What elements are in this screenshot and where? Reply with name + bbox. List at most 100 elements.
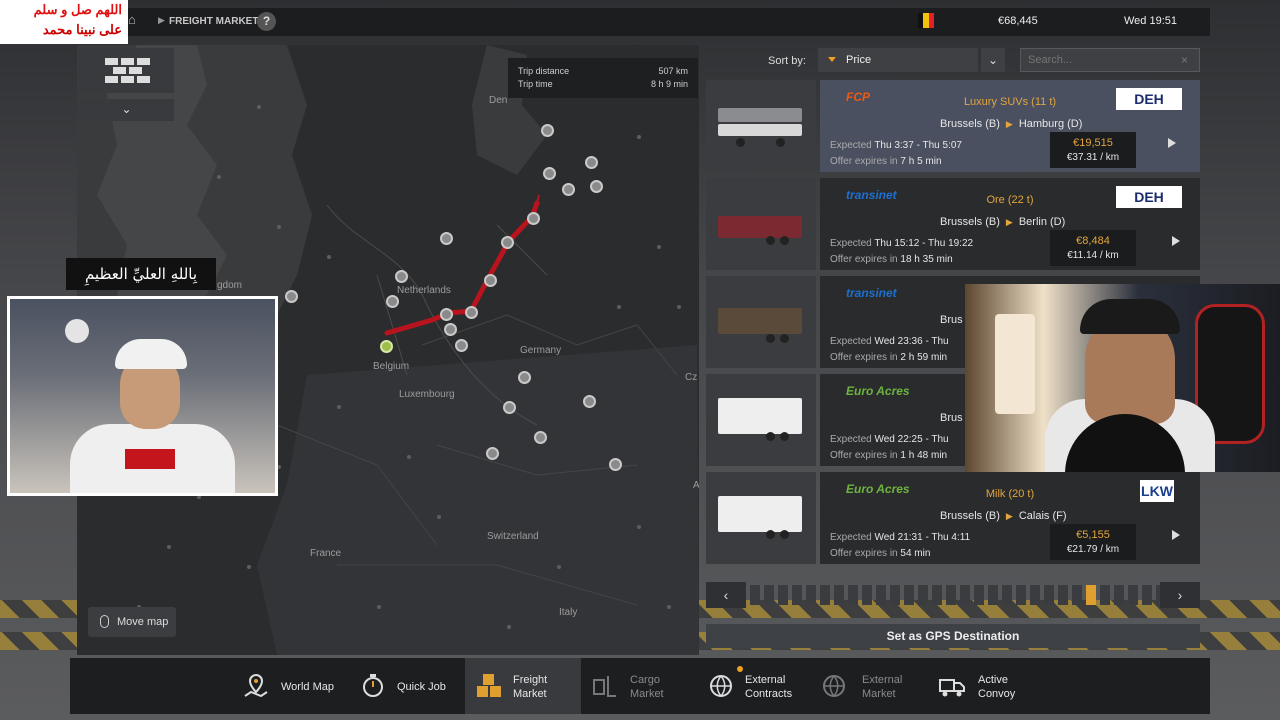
cargo-name: Luxury SUVs (11 t) [963, 96, 1057, 108]
job-row[interactable]: transinet Ore (22 t) Brussels (B) ▶ Berlin… [706, 178, 1200, 270]
nav-active-convoy[interactable]: Active Convoy [936, 658, 1036, 714]
map-layers-button[interactable] [79, 48, 174, 93]
offer-expiry: 18 h 35 min [900, 254, 953, 265]
help-button[interactable]: ? [257, 12, 276, 31]
page-indicator[interactable] [820, 585, 830, 605]
chevron-down-icon[interactable]: ⌄ [79, 99, 174, 121]
job-row[interactable]: Euro Acres Milk (20 t) Brussels (B) ▶ Cala… [706, 472, 1200, 564]
trailer-image [706, 178, 816, 270]
play-icon [1168, 138, 1176, 148]
city-marker[interactable] [486, 447, 499, 460]
close-icon[interactable]: × [1181, 53, 1188, 67]
page-indicator[interactable] [1142, 585, 1152, 605]
stopwatch-icon [363, 674, 383, 697]
route-from: Brussels (B) [940, 510, 1000, 522]
sort-select[interactable]: Price [818, 48, 978, 72]
city-marker[interactable] [444, 323, 457, 336]
page-indicator[interactable] [890, 585, 900, 605]
page-indicator[interactable] [960, 585, 970, 605]
city-marker[interactable] [527, 212, 540, 225]
client-logo: DEH [1116, 186, 1182, 208]
page-indicator[interactable] [1016, 585, 1026, 605]
page-indicator[interactable] [1128, 585, 1138, 605]
set-gps-button[interactable]: Set as GPS Destination [706, 624, 1200, 648]
company-logo: FCP [846, 90, 870, 104]
page-indicator[interactable] [1002, 585, 1012, 605]
page-indicator[interactable] [764, 585, 774, 605]
page-indicator[interactable] [988, 585, 998, 605]
city-marker[interactable] [583, 395, 596, 408]
expected-label: Expected [830, 238, 872, 249]
page-indicator[interactable] [932, 585, 942, 605]
search-input[interactable] [1020, 48, 1200, 72]
page-indicator[interactable] [946, 585, 956, 605]
nav-freight-market[interactable]: Freight Market [465, 658, 581, 714]
city-marker[interactable] [455, 339, 468, 352]
home-icon[interactable]: ⌂ [128, 13, 142, 27]
page-indicator[interactable] [1114, 585, 1124, 605]
page-indicator[interactable] [848, 585, 858, 605]
page-indicator[interactable] [918, 585, 928, 605]
chevron-down-icon[interactable]: ⌄ [981, 48, 1005, 72]
nav-cargo-market[interactable]: Cargo Market [590, 658, 690, 714]
nav-external-contracts[interactable]: External Contracts [705, 658, 815, 714]
city-marker[interactable] [518, 371, 531, 384]
nav-external-market[interactable]: External Market [820, 658, 920, 714]
page-indicator[interactable] [904, 585, 914, 605]
next-page-button[interactable]: › [1160, 582, 1200, 608]
page-indicator[interactable] [792, 585, 802, 605]
nav-quick-job[interactable]: Quick Job [355, 658, 455, 714]
money-display: €68,445 [998, 15, 1038, 27]
city-marker[interactable] [541, 124, 554, 137]
offer-expiry: 7 h 5 min [900, 156, 942, 167]
page-indicator[interactable] [1058, 585, 1068, 605]
nav-label: Cargo [630, 674, 660, 686]
city-marker[interactable] [585, 156, 598, 169]
city-marker[interactable] [395, 270, 408, 283]
city-marker[interactable] [440, 308, 453, 321]
stream-overlay-text: اللهم صل و سلم على نبينا محمد [0, 0, 128, 44]
trip-time-label: Trip time [518, 79, 553, 89]
city-marker[interactable] [562, 183, 575, 196]
city-marker[interactable] [590, 180, 603, 193]
globe-icon [710, 675, 732, 697]
city-marker[interactable] [465, 306, 478, 319]
page-indicator[interactable] [1030, 585, 1040, 605]
prev-page-button[interactable]: ‹ [706, 582, 746, 608]
webcam-right [965, 284, 1280, 472]
page-indicator[interactable] [1044, 585, 1054, 605]
crates-icon [477, 674, 501, 697]
city-marker[interactable] [386, 295, 399, 308]
route-to: Hamburg (D) [1018, 118, 1083, 130]
route-from: Brussels (B) [940, 216, 1000, 228]
nav-label: External [745, 674, 786, 686]
city-marker[interactable] [285, 290, 298, 303]
expected-time: Wed 23:36 - Thu [874, 336, 949, 347]
page-indicator[interactable] [750, 585, 760, 605]
client-logo: DEH [1116, 88, 1182, 110]
nav-world-map[interactable]: World Map [238, 658, 338, 714]
city-marker[interactable] [440, 232, 453, 245]
start-city-marker[interactable] [380, 340, 393, 353]
page-indicator[interactable] [1100, 585, 1110, 605]
page-indicator[interactable] [778, 585, 788, 605]
city-marker[interactable] [609, 458, 622, 471]
city-marker[interactable] [534, 431, 547, 444]
sort-direction-icon [828, 57, 836, 62]
price-box: €8,484 €11.14 / km [1050, 230, 1136, 266]
city-marker[interactable] [501, 236, 514, 249]
page-indicator[interactable] [862, 585, 872, 605]
city-marker[interactable] [503, 401, 516, 414]
city-marker[interactable] [543, 167, 556, 180]
notification-badge [737, 666, 743, 672]
page-indicator[interactable] [974, 585, 984, 605]
page-indicator[interactable] [834, 585, 844, 605]
price: €5,155 [1076, 529, 1110, 541]
job-row[interactable]: FCP Luxury SUVs (11 t) Brussels (B) ▶ Hamb… [706, 80, 1200, 172]
city-marker[interactable] [484, 274, 497, 287]
page-indicator[interactable] [1072, 585, 1082, 605]
page-indicator[interactable] [806, 585, 816, 605]
page-indicator[interactable] [876, 585, 886, 605]
page-indicator[interactable] [1086, 585, 1096, 605]
globe-icon [823, 675, 845, 697]
